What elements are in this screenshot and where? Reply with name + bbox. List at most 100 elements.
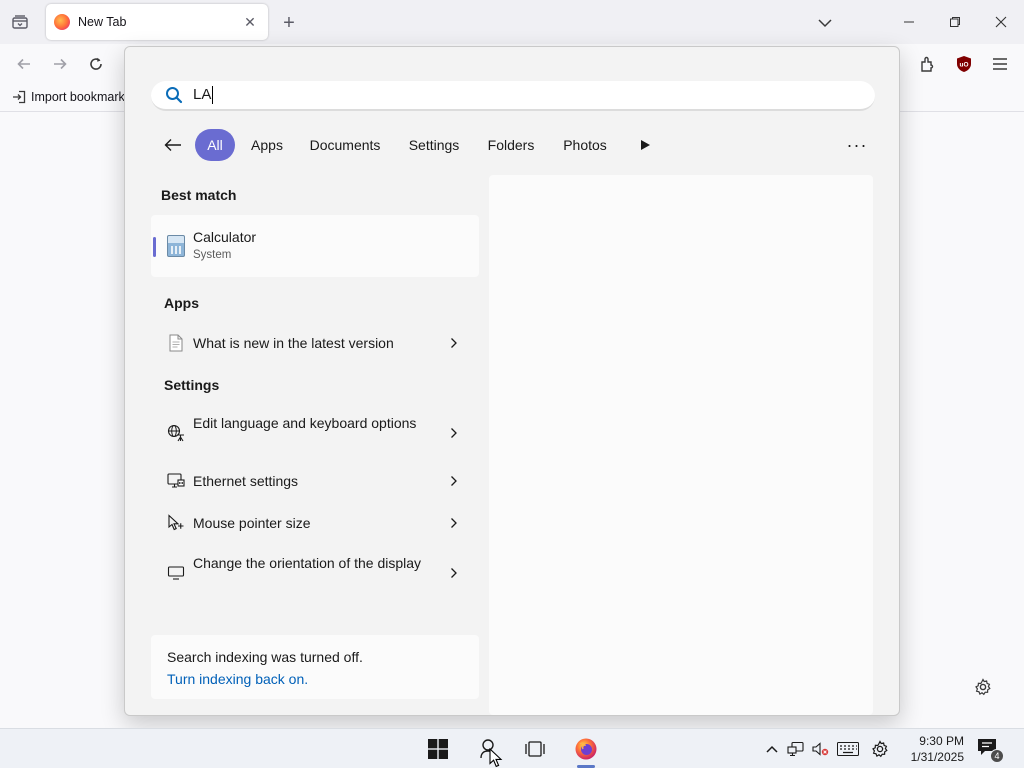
turn-indexing-on-link[interactable]: Turn indexing back on. [167,671,308,687]
result-label: Ethernet settings [193,473,299,489]
filter-folders[interactable]: Folders [479,129,543,161]
language-icon [167,424,185,442]
import-bookmarks-button[interactable]: Import bookmark [12,90,125,104]
forward-arrow-icon [54,58,67,70]
search-input[interactable]: LA [151,81,875,111]
selection-indicator [153,237,156,257]
more-options-button[interactable]: ··· [845,133,869,157]
app-result-item[interactable]: What is new in the latest version [151,327,479,359]
tabs-list-button[interactable] [6,8,34,36]
result-title: Calculator [193,229,257,245]
firefox-favicon-icon [54,14,70,30]
result-preview-pane [489,175,873,715]
extensions-icon [921,56,934,72]
chevron-right-icon [447,426,461,440]
back-arrow-icon [17,58,30,70]
document-icon [167,334,185,352]
clock-date: 1/31/2025 [910,750,964,764]
import-bookmarks-label: Import bookmark [31,90,125,104]
minimize-button[interactable] [886,0,932,44]
search-query: LA [193,85,214,105]
gear-icon [872,740,888,758]
close-icon [995,16,1007,28]
notification-count-badge: 4 [990,749,1004,763]
settings-result-item[interactable]: Edit language and keyboard options [151,409,479,457]
result-label: Edit language and keyboard options [193,415,417,431]
chevron-right-icon [447,566,461,580]
hamburger-menu-icon [993,58,1007,70]
chevron-right-icon [447,474,461,488]
notification-center-button[interactable]: 4 [976,737,1004,763]
tab-new-tab[interactable]: New Tab ✕ [46,4,268,40]
quick-settings-button[interactable] [870,739,890,759]
filter-apps[interactable]: Apps [245,129,289,161]
minimize-icon [904,21,914,23]
search-icon [163,84,185,106]
new-tab-settings-button[interactable] [972,676,994,698]
mouse-cursor-icon [489,748,503,768]
filter-documents[interactable]: Documents [301,129,389,161]
firefox-taskbar-button[interactable] [566,729,606,768]
text-caret [212,86,214,105]
import-icon [13,90,26,104]
filter-photos[interactable]: Photos [555,129,615,161]
result-label: Mouse pointer size [193,515,311,531]
settings-heading: Settings [164,377,220,393]
list-all-tabs-button[interactable] [812,10,838,36]
back-button[interactable] [10,50,38,78]
clock-time: 9:30 PM [919,734,964,748]
calculator-icon [167,235,185,257]
back-button[interactable] [155,131,191,159]
display-icon [167,564,185,582]
network-status-button[interactable] [786,739,806,759]
filter-all[interactable]: All [195,129,235,161]
chevron-right-icon [447,336,461,350]
settings-result-item[interactable]: Mouse pointer size [151,507,479,539]
chevron-right-icon [447,516,461,530]
keyboard-icon [837,742,859,756]
network-wired-icon [787,741,804,757]
show-hidden-icons-button[interactable] [762,739,782,759]
result-label: Change the orientation of the display [193,555,422,571]
chevron-down-icon [818,19,832,28]
best-match-heading: Best match [161,187,237,203]
ublock-origin-icon: uO [957,56,971,72]
settings-result-item[interactable]: Ethernet settings [151,465,479,497]
firefox-icon [575,738,597,760]
windows-search-panel: LA All Apps Documents Settings Folders P… [124,46,900,716]
settings-result-item[interactable]: Change the orientation of the display [151,549,479,597]
touch-keyboard-button[interactable] [836,739,860,759]
task-view-icon [525,741,545,757]
volume-muted-icon [812,742,829,756]
ethernet-monitor-icon [167,472,185,490]
tabs-list-icon [12,15,28,29]
restore-button[interactable] [932,0,978,44]
reload-button[interactable] [82,50,110,78]
forward-button[interactable] [46,50,74,78]
ublock-origin-button[interactable]: uO [950,50,978,78]
close-window-button[interactable] [978,0,1024,44]
task-view-button[interactable] [515,729,555,768]
play-arrow-icon [641,140,650,150]
browser-tab-bar: New Tab ✕ + [0,0,1024,44]
tab-title: New Tab [78,15,127,29]
volume-button[interactable] [810,739,830,759]
tab-close-icon[interactable]: ✕ [240,12,260,32]
best-match-result[interactable]: Calculator System [151,215,479,277]
page-settings-gear-icon [975,678,991,696]
svg-text:uO: uO [959,62,968,69]
indexing-notice: Search indexing was turned off. Turn ind… [151,635,479,699]
restore-icon [950,17,960,27]
extensions-button[interactable] [914,50,942,78]
start-button[interactable] [418,729,458,768]
taskbar: 9:30 PM 1/31/2025 4 [0,728,1024,768]
indexing-message: Search indexing was turned off. [167,649,363,665]
more-filters-button[interactable] [635,135,655,155]
result-label: What is new in the latest version [193,335,394,351]
back-arrow-icon [164,139,181,151]
clock[interactable]: 9:30 PM 1/31/2025 [898,733,964,765]
search-filter-bar: All Apps Documents Settings Folders Phot… [155,129,875,161]
app-menu-button[interactable] [986,50,1014,78]
filter-settings[interactable]: Settings [401,129,467,161]
new-tab-button[interactable]: + [276,10,302,36]
